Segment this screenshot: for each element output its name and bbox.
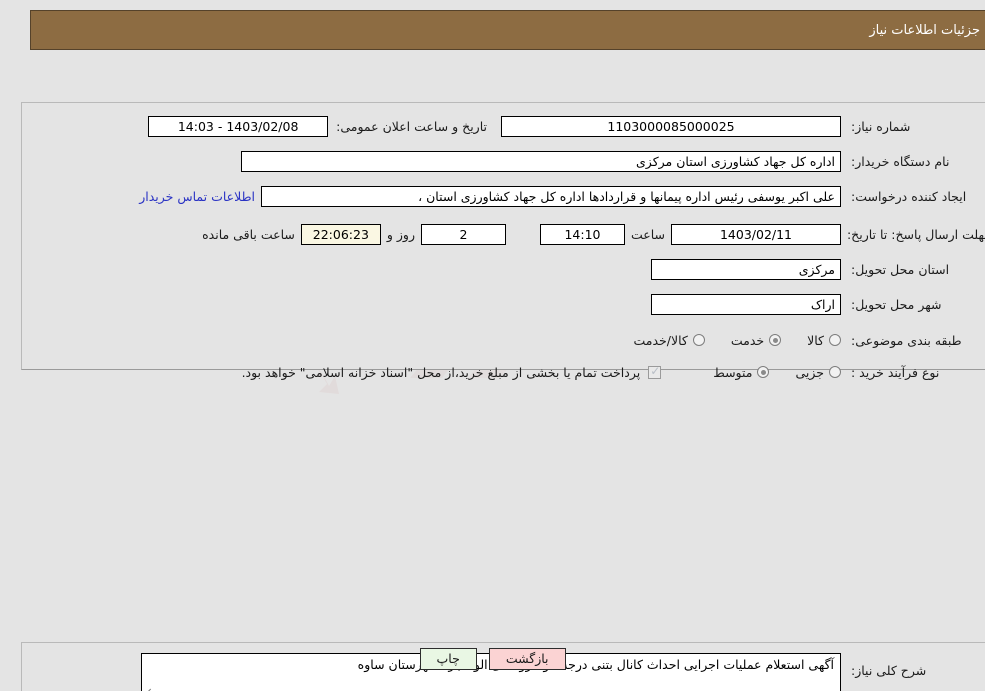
page-header: جزئیات اطلاعات نیاز (30, 10, 985, 50)
deadline-label: مهلت ارسال پاسخ: تا تاریخ: (841, 227, 985, 242)
back-button[interactable]: بازگشت (488, 648, 566, 670)
province-label: استان محل تحویل: (851, 261, 950, 277)
category-option-1[interactable]: خدمت (730, 332, 782, 348)
treasury-checkbox-label: پرداخت تمام یا بخشی از مبلغ خرید،از محل … (241, 364, 641, 380)
deadline-label-text: مهلت ارسال پاسخ: تا تاریخ: (846, 226, 985, 242)
category-radio-1[interactable] (769, 334, 782, 346)
need-number-value: 1103000085000025 (501, 115, 841, 137)
category-label-0: کالا (807, 332, 824, 348)
treasury-checkbox[interactable] (648, 364, 662, 379)
announcement-value: 1403/02/08 - 14:03 (148, 115, 329, 137)
category-label: طبقه بندی موضوعی: (851, 332, 962, 348)
process-option-1[interactable]: متوسط (713, 364, 770, 380)
hour-word-label: ساعت (630, 226, 665, 242)
days-word-label: روز و (386, 226, 415, 242)
process-label: نوع فرآیند خرید : (851, 364, 940, 380)
announcement-label: تاریخ و ساعت اعلان عمومی: (336, 118, 487, 134)
category-radio-0[interactable] (829, 334, 841, 346)
process-radio-0[interactable] (829, 366, 841, 378)
page-root: AriaTender.net جزئیات اطلاعات نیاز شماره… (0, 0, 985, 691)
resize-grip-icon[interactable] (144, 687, 154, 691)
remaining-days-value: 2 (420, 223, 506, 245)
need-details-panel: شماره نیاز: 1103000085000025 تاریخ و ساع… (21, 102, 985, 380)
category-label-2: کالا/خدمت (633, 332, 688, 348)
deadline-time-value: 14:10 (539, 223, 625, 245)
city-value: اراک (651, 293, 841, 315)
process-radio-group: جزیی متوسط (687, 365, 841, 380)
category-radio-group: کالا خدمت کالا/خدمت (607, 333, 841, 348)
category-option-2[interactable]: کالا/خدمت (633, 332, 705, 348)
countdown-timer: 22:06:23 (300, 223, 381, 245)
page-title: جزئیات اطلاعات نیاز (869, 22, 980, 38)
category-option-0[interactable]: کالا (807, 333, 841, 348)
process-option-0[interactable]: جزیی (795, 365, 841, 380)
process-radio-1[interactable] (757, 366, 770, 378)
buyer-contact-link[interactable]: اطلاعات تماس خریدار (139, 189, 255, 204)
print-button[interactable]: چاپ (419, 648, 477, 670)
category-label-1: خدمت (730, 332, 765, 348)
need-number-label: شماره نیاز: (851, 118, 911, 134)
buyer-org-value: اداره کل جهاد کشاورزی استان مرکزی (241, 150, 841, 172)
buyer-org-label: نام دستگاه خریدار: (851, 153, 950, 169)
process-label-0: جزیی (795, 364, 824, 380)
process-label-1: متوسط (713, 364, 753, 380)
remaining-hours-label: ساعت باقی مانده (202, 226, 295, 242)
deadline-date-value: 1403/02/11 (671, 223, 841, 245)
province-value: مرکزی (651, 258, 841, 280)
category-radio-2[interactable] (692, 334, 705, 346)
footer-actions: بازگشت چاپ (0, 648, 985, 670)
requester-value: علی اکبر یوسفی رئیس اداره پیمانها و قرار… (261, 185, 841, 207)
city-label: شهر محل تحویل: (851, 296, 942, 312)
requester-label: ایجاد کننده درخواست: (851, 188, 967, 204)
